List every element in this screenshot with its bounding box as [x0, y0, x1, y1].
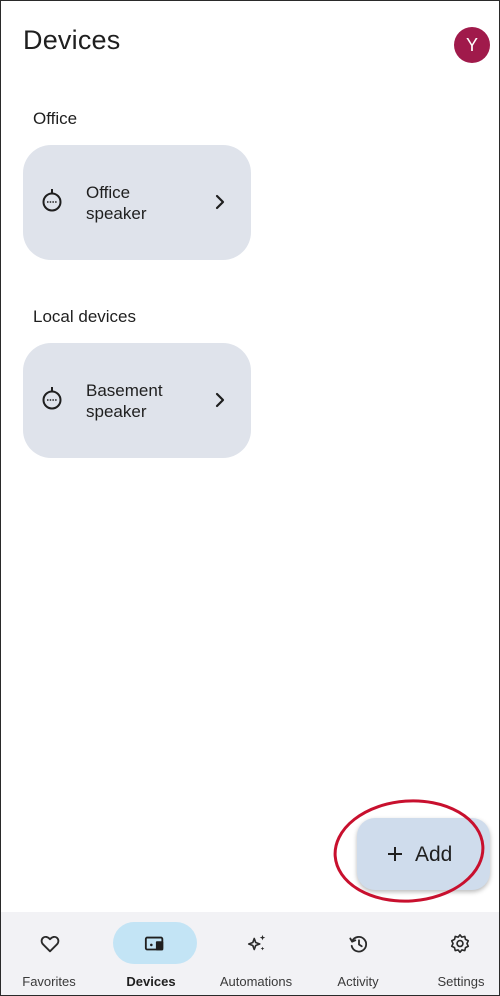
- nav-item-favorites[interactable]: Favorites: [1, 912, 101, 995]
- page-title: Devices: [23, 25, 121, 55]
- devices-icon: [144, 936, 164, 951]
- device-name-line2: speaker: [86, 204, 147, 223]
- device-name-line1: Office: [86, 183, 131, 202]
- chevron-right-icon: [215, 194, 225, 210]
- bottom-nav: Favorites Devices Automations Activity S…: [1, 912, 499, 995]
- device-label: Office speaker: [86, 182, 196, 224]
- section-header-office: Office: [33, 109, 78, 128]
- highlight-circle: [333, 799, 485, 903]
- nav-item-activity[interactable]: Activity: [308, 912, 408, 995]
- device-name-line2: speaker: [86, 402, 147, 421]
- nav-item-automations[interactable]: Automations: [206, 912, 306, 995]
- nav-label-settings: Settings: [437, 974, 485, 989]
- device-card-basement-speaker[interactable]: Basement speaker: [23, 343, 251, 458]
- device-card-office-speaker[interactable]: Office speaker: [23, 145, 251, 260]
- heart-icon: [40, 935, 60, 953]
- speaker-icon: [42, 387, 62, 410]
- app-frame: Devices Y Office Office speaker Local de…: [0, 0, 500, 996]
- nav-item-devices[interactable]: Devices: [101, 912, 201, 995]
- nav-label-devices: Devices: [126, 974, 176, 989]
- nav-item-settings[interactable]: Settings: [409, 912, 499, 995]
- nav-label-favorites: Favorites: [22, 974, 76, 989]
- nav-label-automations: Automations: [219, 974, 293, 989]
- device-name-line1: Basement: [86, 381, 163, 400]
- nav-label-activity: Activity: [337, 974, 379, 989]
- speaker-icon: [42, 189, 62, 212]
- chevron-right-icon: [215, 392, 225, 408]
- gear-icon: [450, 934, 470, 954]
- device-label: Basement speaker: [86, 380, 196, 422]
- history-icon: [349, 935, 368, 953]
- section-header-local-devices: Local devices: [33, 307, 137, 326]
- sparkle-icon: [247, 934, 266, 951]
- avatar[interactable]: Y: [454, 27, 490, 63]
